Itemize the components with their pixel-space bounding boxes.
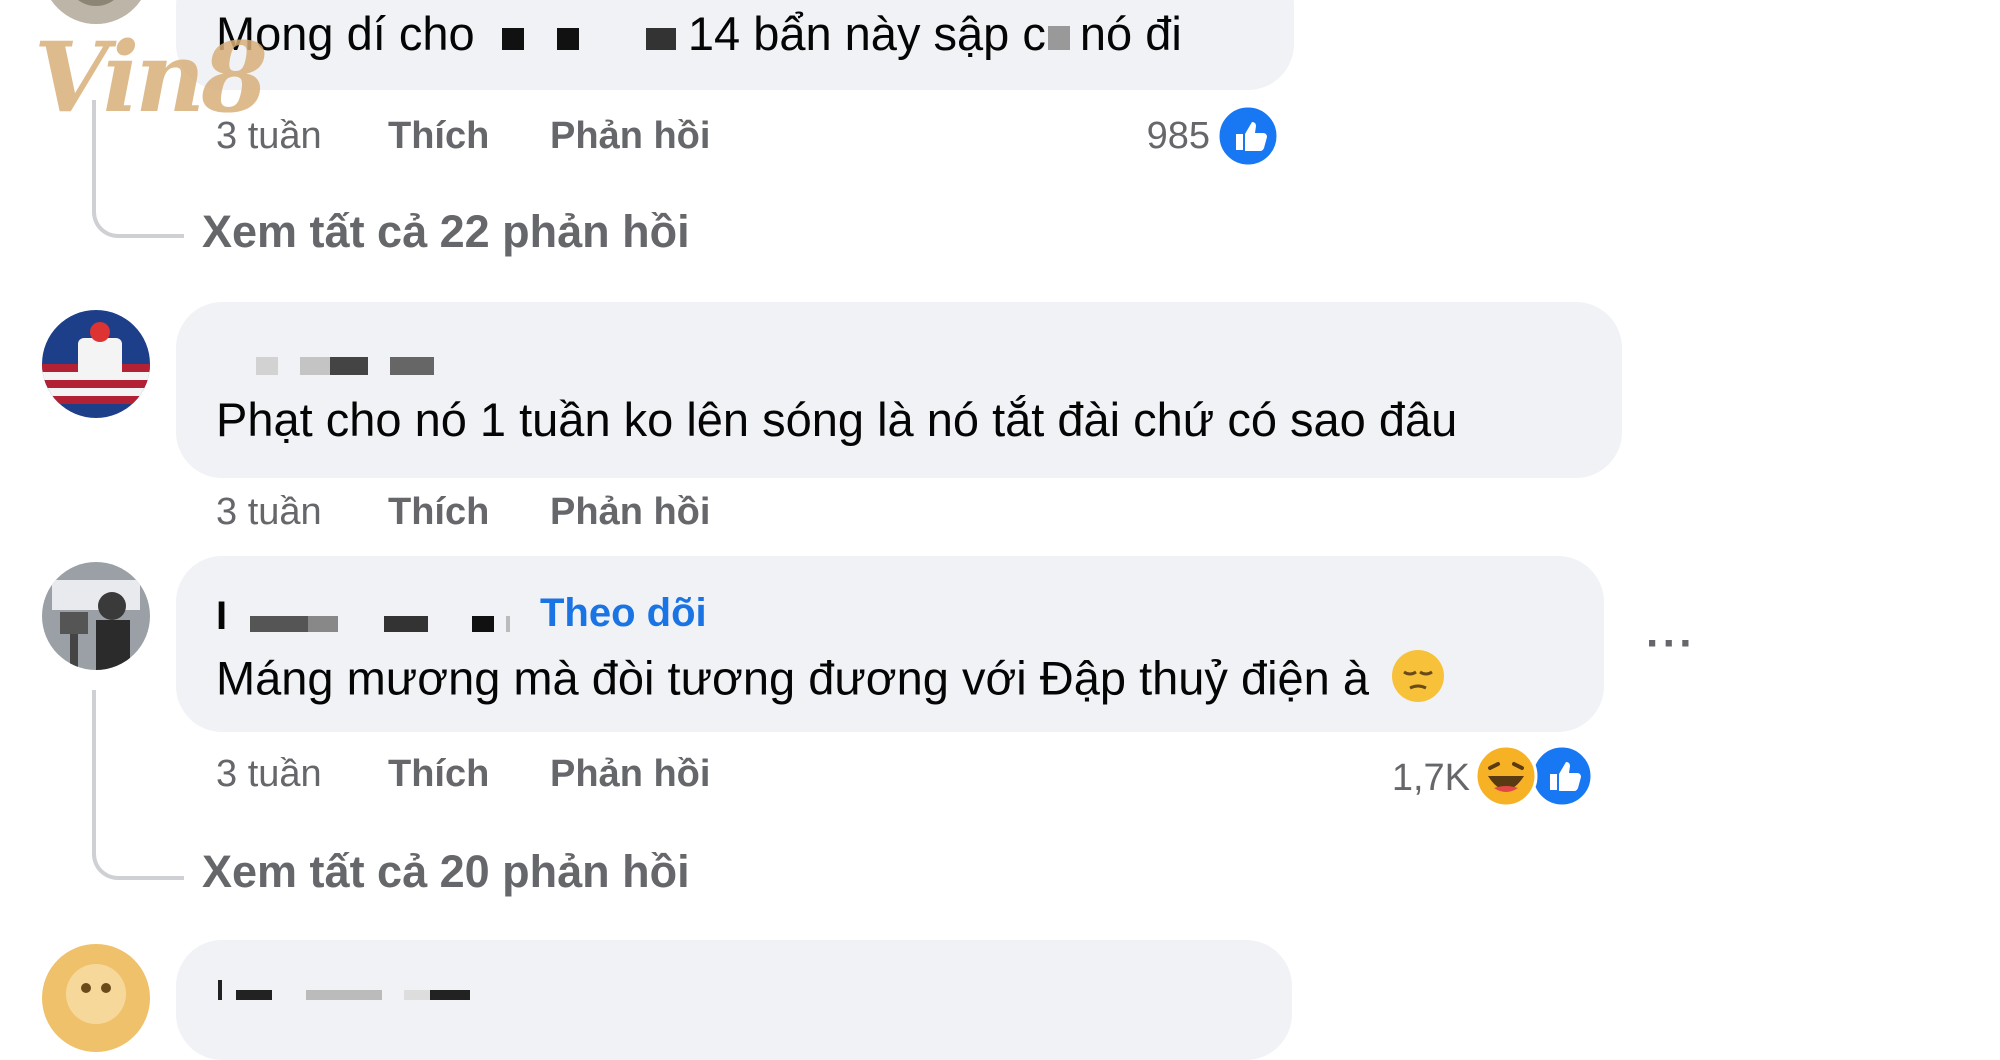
like-button[interactable]: Thích xyxy=(388,752,489,796)
commenter-avatar[interactable] xyxy=(42,944,150,1052)
redacted-block xyxy=(404,990,430,1000)
redacted-block xyxy=(390,357,434,375)
redacted-block xyxy=(556,28,579,50)
watermark-logo: Vin8 xyxy=(34,21,268,134)
avatar-image xyxy=(42,310,150,418)
reaction-count[interactable]: 985 xyxy=(1100,114,1210,158)
pensive-face-emoji xyxy=(1390,648,1446,716)
reaction-count[interactable]: 1,7K xyxy=(1340,756,1470,800)
comment-timestamp[interactable]: 3 tuần xyxy=(216,490,322,534)
view-all-replies-link[interactable]: Xem tất cả 22 phản hồi xyxy=(202,206,690,258)
comment-timestamp[interactable]: 3 tuần xyxy=(216,752,322,796)
commenter-avatar[interactable] xyxy=(42,562,150,670)
follow-button[interactable]: Theo dõi xyxy=(540,590,707,636)
like-reaction-icon[interactable] xyxy=(1530,744,1594,813)
haha-reaction-icon[interactable] xyxy=(1474,744,1538,813)
comment-text: Máng mương mà đòi tương đương với Đập th… xyxy=(216,648,1446,716)
avatar-image xyxy=(42,944,150,1052)
avatar-image xyxy=(42,562,150,670)
more-options-button[interactable]: ··· xyxy=(1646,622,1696,666)
like-button[interactable]: Thích xyxy=(388,490,489,534)
reply-thread-line xyxy=(92,690,96,764)
redacted-block xyxy=(430,990,470,1000)
reply-button[interactable]: Phản hồi xyxy=(550,490,710,534)
redacted-block xyxy=(501,28,524,50)
comment-text-body: Máng mương mà đòi tương đương với Đập th… xyxy=(216,651,1370,705)
reply-thread-line xyxy=(92,760,184,880)
redacted-block xyxy=(256,357,278,375)
reply-button[interactable]: Phản hồi xyxy=(550,114,710,158)
comment-text: Phạt cho nó 1 tuần ko lên sóng là nó tắt… xyxy=(216,393,1458,446)
redacted-block xyxy=(472,616,494,632)
redacted-block xyxy=(308,616,338,632)
comment-bubble xyxy=(176,302,1622,478)
comment-text-middle: 14 bẩn này sập c xyxy=(687,7,1046,60)
author-initial[interactable]: I xyxy=(216,588,227,644)
redacted-block xyxy=(218,980,222,1000)
redacted-block xyxy=(384,616,428,632)
redacted-block xyxy=(506,616,510,632)
redacted-block xyxy=(306,990,382,1000)
redacted-block xyxy=(250,616,308,632)
view-all-replies-link[interactable]: Xem tất cả 20 phản hồi xyxy=(202,846,690,898)
like-button[interactable]: Thích xyxy=(388,114,489,158)
redacted-block xyxy=(1047,26,1070,50)
redacted-block xyxy=(236,990,272,1000)
redacted-block xyxy=(330,357,368,375)
comment-text: Mong dí cho 14 bẩn này sập c nó đi xyxy=(216,6,1182,62)
like-reaction-icon[interactable] xyxy=(1216,104,1280,173)
redacted-block xyxy=(300,357,330,375)
commenter-avatar[interactable] xyxy=(42,310,150,418)
comment-bubble xyxy=(176,940,1292,1060)
reply-button[interactable]: Phản hồi xyxy=(550,752,710,796)
comment-text-end: nó đi xyxy=(1079,7,1182,60)
redacted-block xyxy=(645,28,676,50)
